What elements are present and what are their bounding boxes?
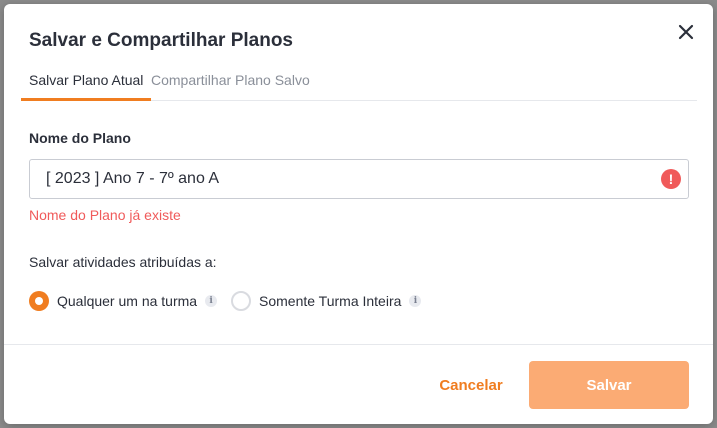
tab-share-saved-plan[interactable]: Compartilhar Plano Salvo <box>143 66 318 101</box>
info-icon[interactable]: i <box>205 295 218 307</box>
plan-name-error-message: Nome do Plano já existe <box>29 207 181 223</box>
save-share-plans-dialog: Salvar e Compartilhar Planos Salvar Plan… <box>4 4 713 424</box>
radio-label: Somente Turma Inteira <box>259 293 402 309</box>
close-icon[interactable] <box>674 20 698 44</box>
cancel-button[interactable]: Cancelar <box>416 361 526 409</box>
radio-option-whole-class-only[interactable]: Somente Turma Inteira i <box>231 290 422 312</box>
dialog-title: Salvar e Compartilhar Planos <box>29 30 293 51</box>
radio-label: Qualquer um na turma <box>57 293 198 309</box>
plan-name-label: Nome do Plano <box>29 130 131 146</box>
tab-save-current-plan[interactable]: Salvar Plano Atual <box>21 66 152 101</box>
assign-activities-label: Salvar atividades atribuídas a: <box>29 254 217 270</box>
plan-name-field: ! <box>29 159 689 199</box>
radio-option-anyone-in-class[interactable]: Qualquer um na turma i <box>29 290 218 312</box>
radio-button-unchecked[interactable] <box>231 291 251 311</box>
radio-button-checked[interactable] <box>29 291 49 311</box>
tab-bar: Salvar Plano Atual Compartilhar Plano Sa… <box>21 66 697 101</box>
error-icon: ! <box>661 169 681 189</box>
info-icon[interactable]: i <box>409 295 422 307</box>
plan-name-input[interactable] <box>30 160 650 198</box>
footer-divider <box>4 344 713 345</box>
save-button[interactable]: Salvar <box>529 361 689 409</box>
